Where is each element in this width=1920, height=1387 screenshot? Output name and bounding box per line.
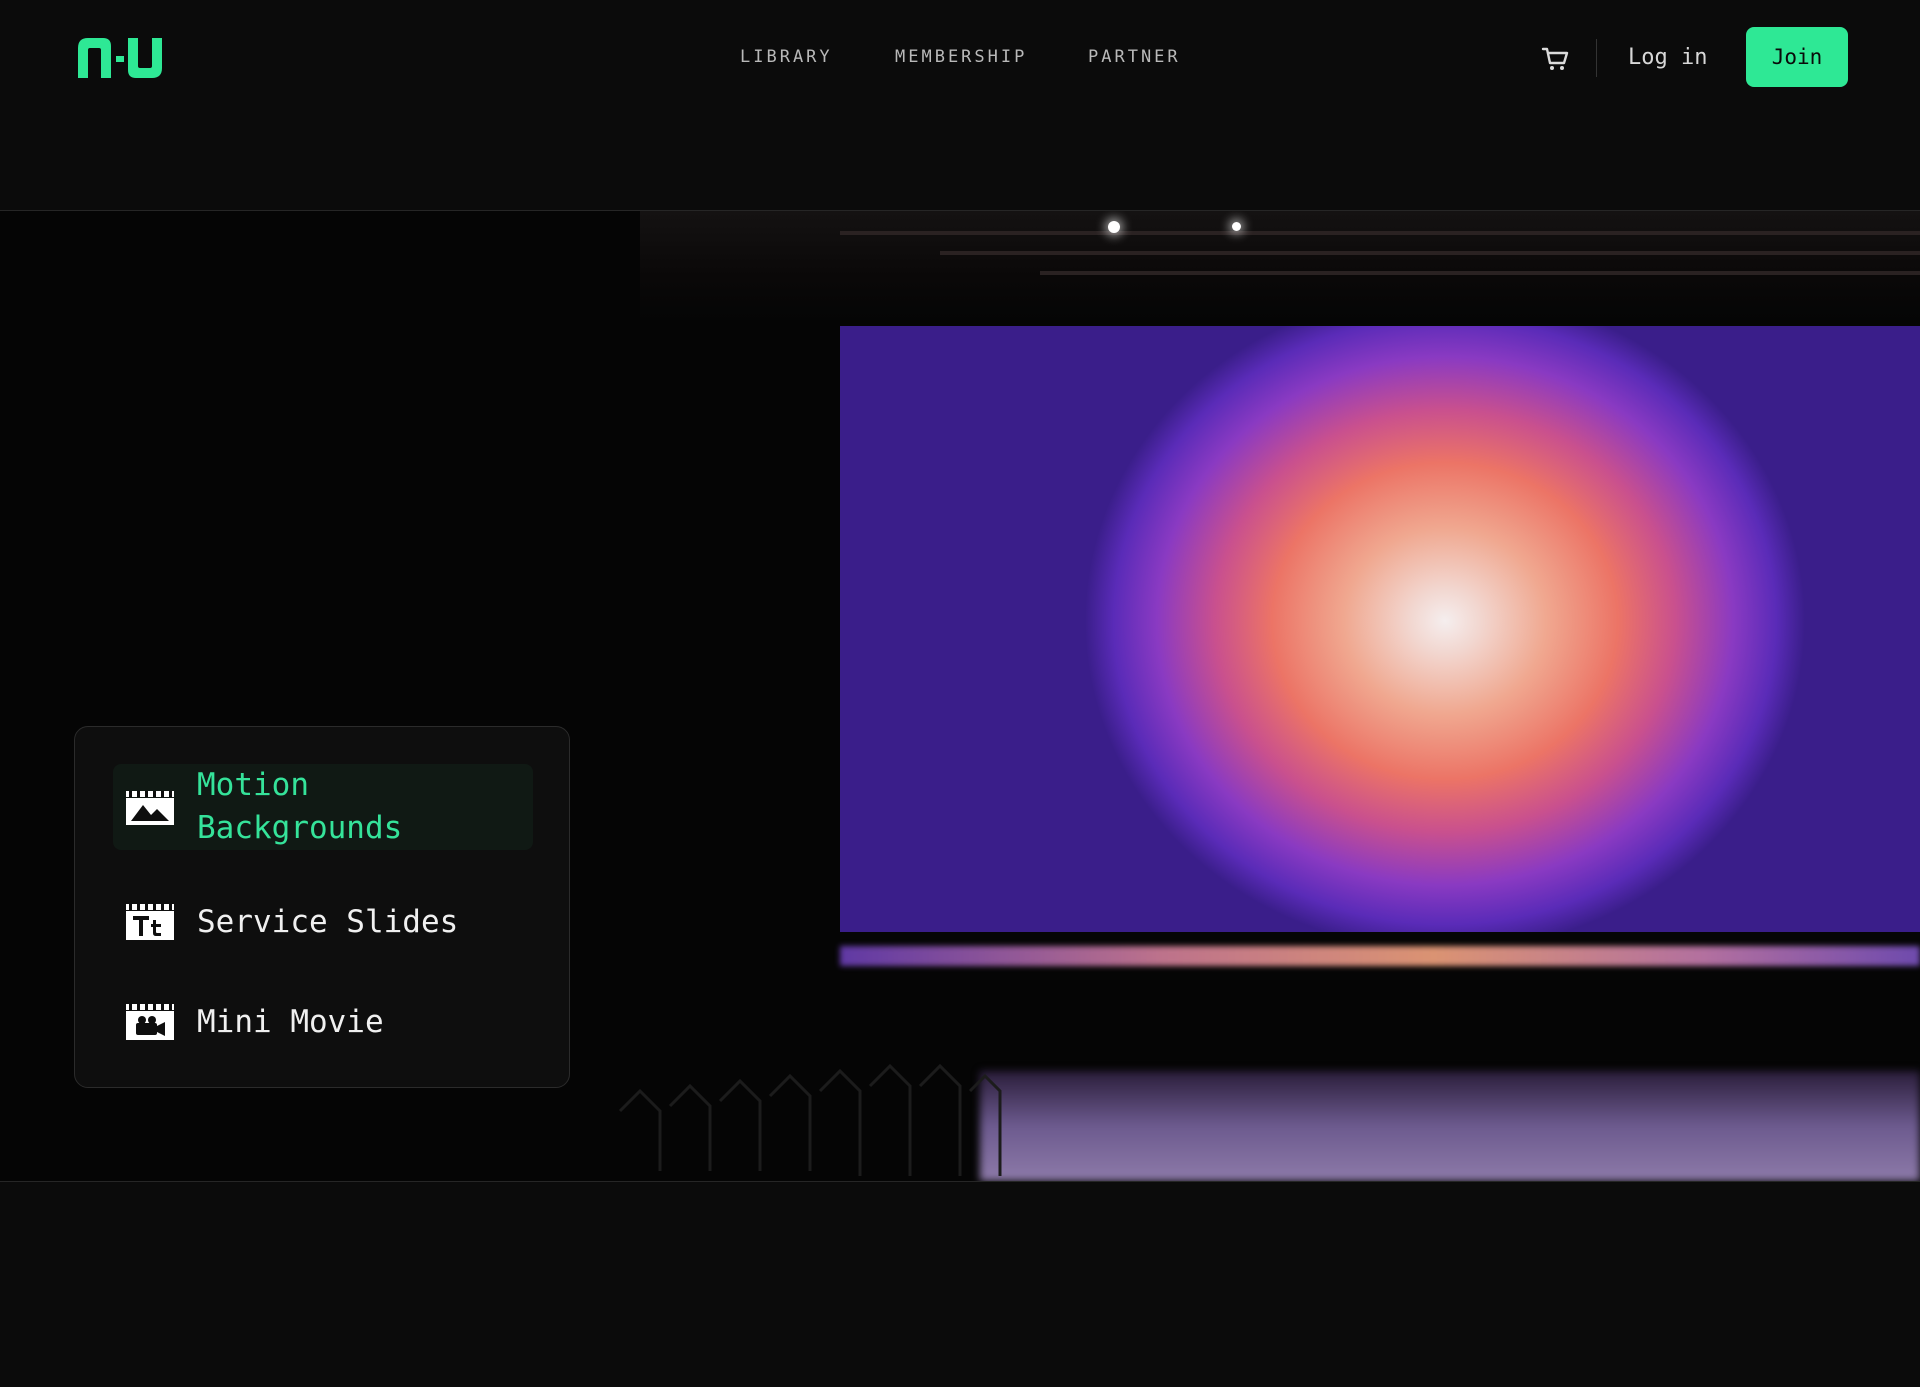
clapper-text-icon [126, 904, 174, 940]
menu-item-mini-movie[interactable]: Mini Movie [113, 987, 533, 1057]
spotlight-dot [1108, 221, 1120, 233]
projection-screen [840, 326, 1920, 932]
screen-glow [840, 946, 1920, 966]
theater-seats [618, 1063, 1002, 1176]
hero-stage-image: Motion Backgrounds Service Slides Mini M… [0, 211, 1920, 1182]
join-button[interactable]: Join [1746, 27, 1848, 87]
cart-icon[interactable] [1540, 43, 1572, 75]
page-bottom-area [0, 1182, 1920, 1387]
spotlight-dot [1232, 222, 1241, 231]
menu-item-label: Mini Movie [197, 1003, 384, 1040]
clapper-camera-icon [126, 1004, 174, 1040]
menu-item-label: Service Slides [197, 903, 459, 940]
menu-item-motion-backgrounds[interactable]: Motion Backgrounds [113, 764, 533, 850]
clapper-landscape-icon [126, 791, 174, 825]
brand-logo[interactable] [78, 38, 168, 78]
menu-item-service-slides[interactable]: Service Slides [113, 887, 533, 957]
stage-floor [980, 1071, 1920, 1181]
nav-link-membership[interactable]: MEMBERSHIP [895, 47, 1027, 67]
header-divider [1596, 39, 1597, 77]
nav-link-partner[interactable]: PARTNER [1088, 47, 1181, 67]
lighting-truss [640, 211, 1920, 321]
login-link[interactable]: Log in [1628, 45, 1707, 70]
nav-link-library[interactable]: LIBRARY [740, 47, 833, 67]
top-navigation-bar: LIBRARY MEMBERSHIP PARTNER Log in Join [0, 0, 1920, 211]
category-menu: Motion Backgrounds Service Slides Mini M… [74, 726, 570, 1088]
menu-item-label: Motion Backgrounds [197, 767, 403, 846]
